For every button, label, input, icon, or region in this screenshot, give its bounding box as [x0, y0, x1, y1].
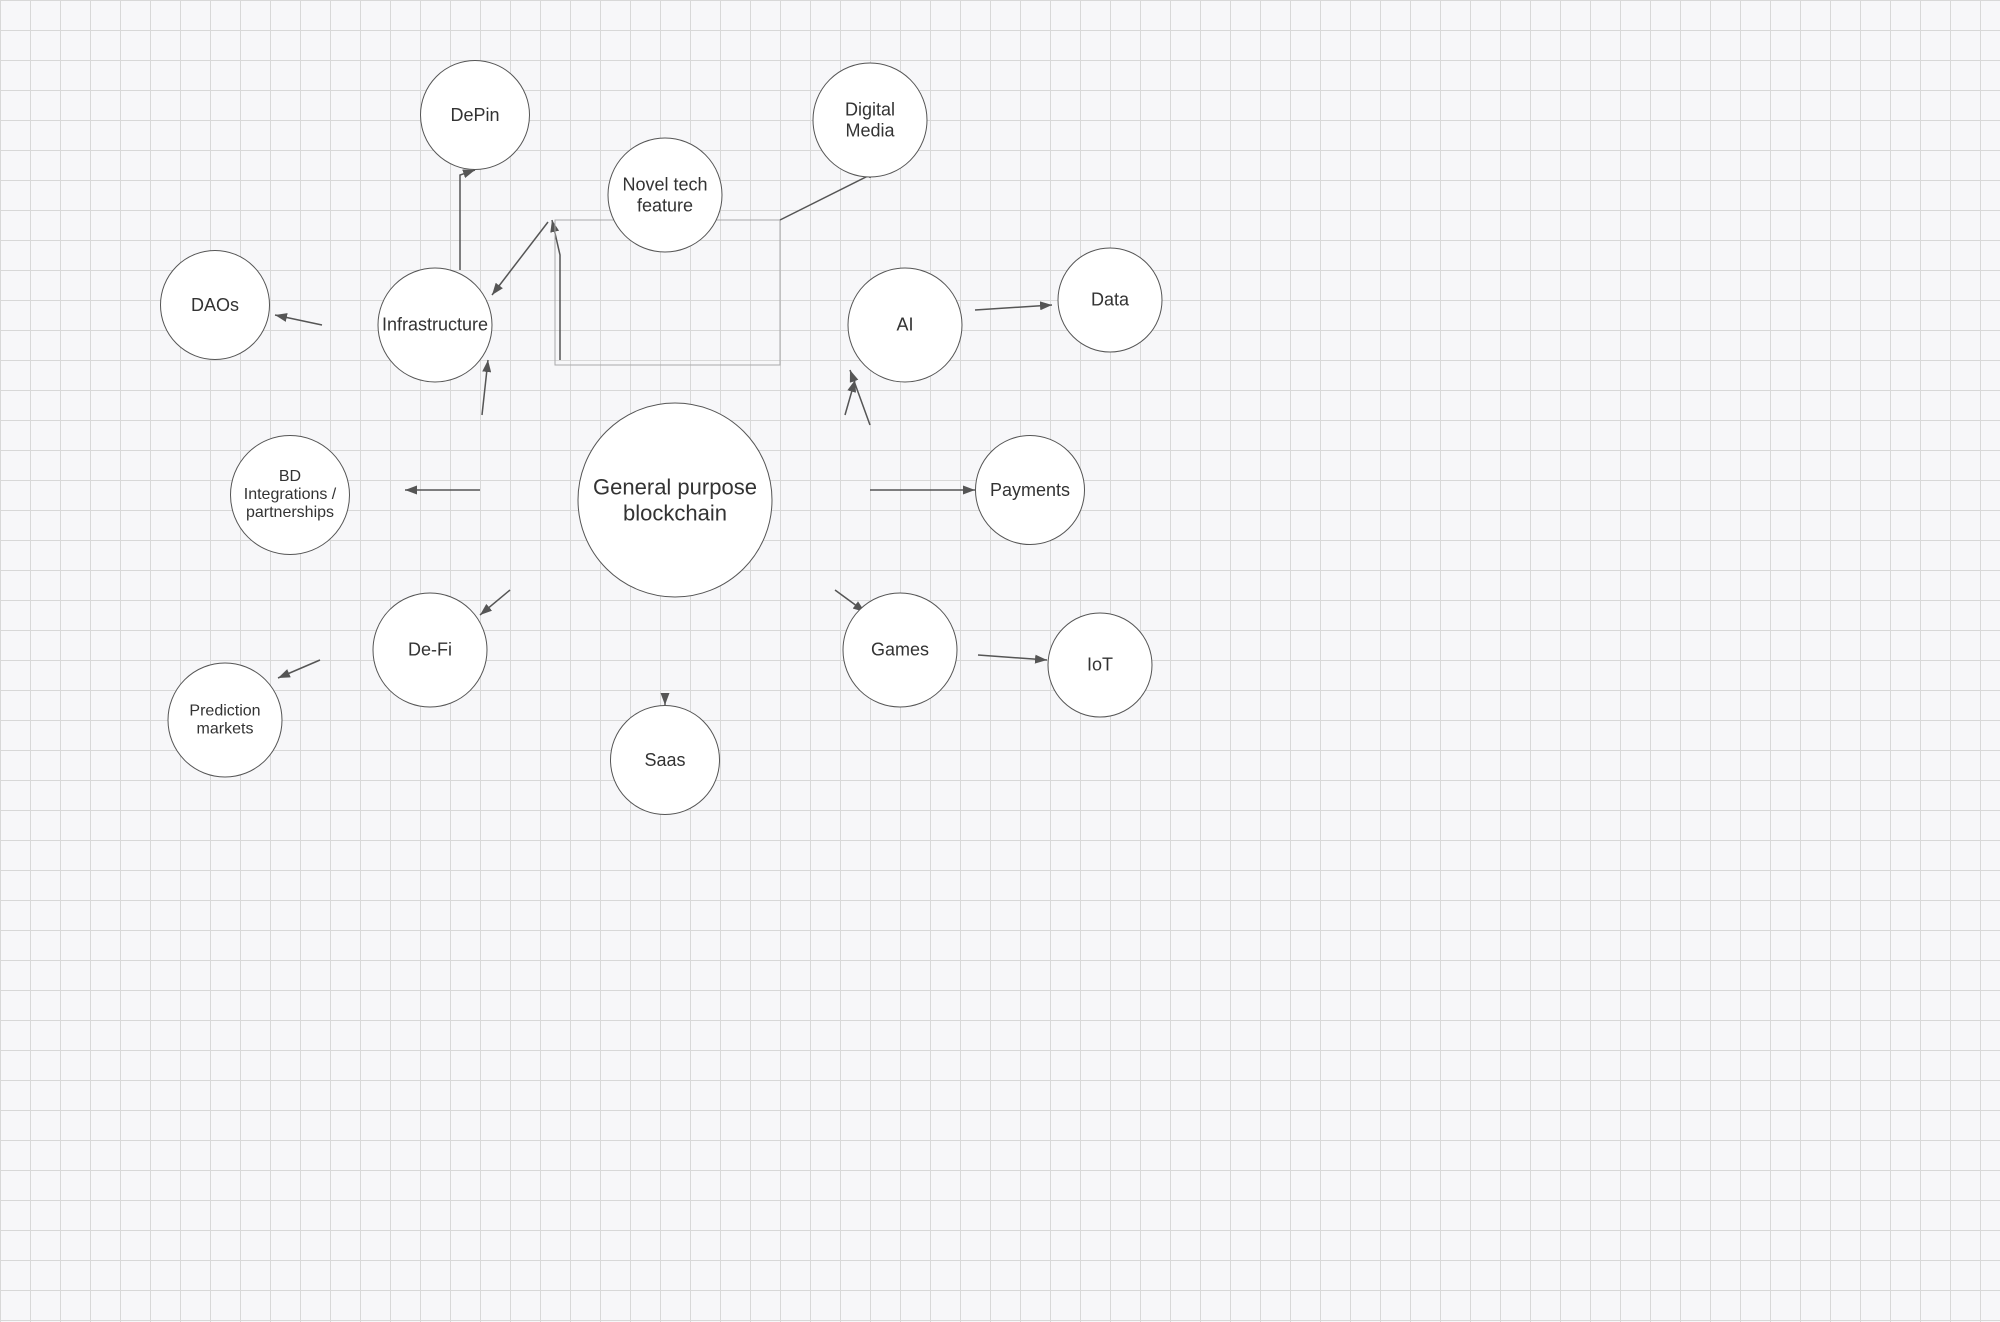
node-novel-tech[interactable]: Novel tech feature [608, 138, 723, 253]
node-payments[interactable]: Payments [975, 435, 1085, 545]
diagram-container: General purpose blockchain Novel tech fe… [0, 0, 2000, 1322]
node-bd-integrations[interactable]: BD Integrations / partnerships [230, 435, 350, 555]
node-data[interactable]: Data [1058, 248, 1163, 353]
node-saas[interactable]: Saas [610, 705, 720, 815]
arrows-svg [0, 0, 2000, 1322]
node-depin[interactable]: DePin [420, 60, 530, 170]
node-digital-media[interactable]: Digital Media [813, 63, 928, 178]
node-ai[interactable]: AI [848, 268, 963, 383]
node-prediction-markets[interactable]: Prediction markets [168, 663, 283, 778]
node-iot[interactable]: IoT [1048, 613, 1153, 718]
node-center[interactable]: General purpose blockchain [578, 403, 773, 598]
node-games[interactable]: Games [843, 593, 958, 708]
node-defi[interactable]: De-Fi [373, 593, 488, 708]
node-daos[interactable]: DAOs [160, 250, 270, 360]
node-infrastructure[interactable]: Infrastructure [378, 268, 493, 383]
